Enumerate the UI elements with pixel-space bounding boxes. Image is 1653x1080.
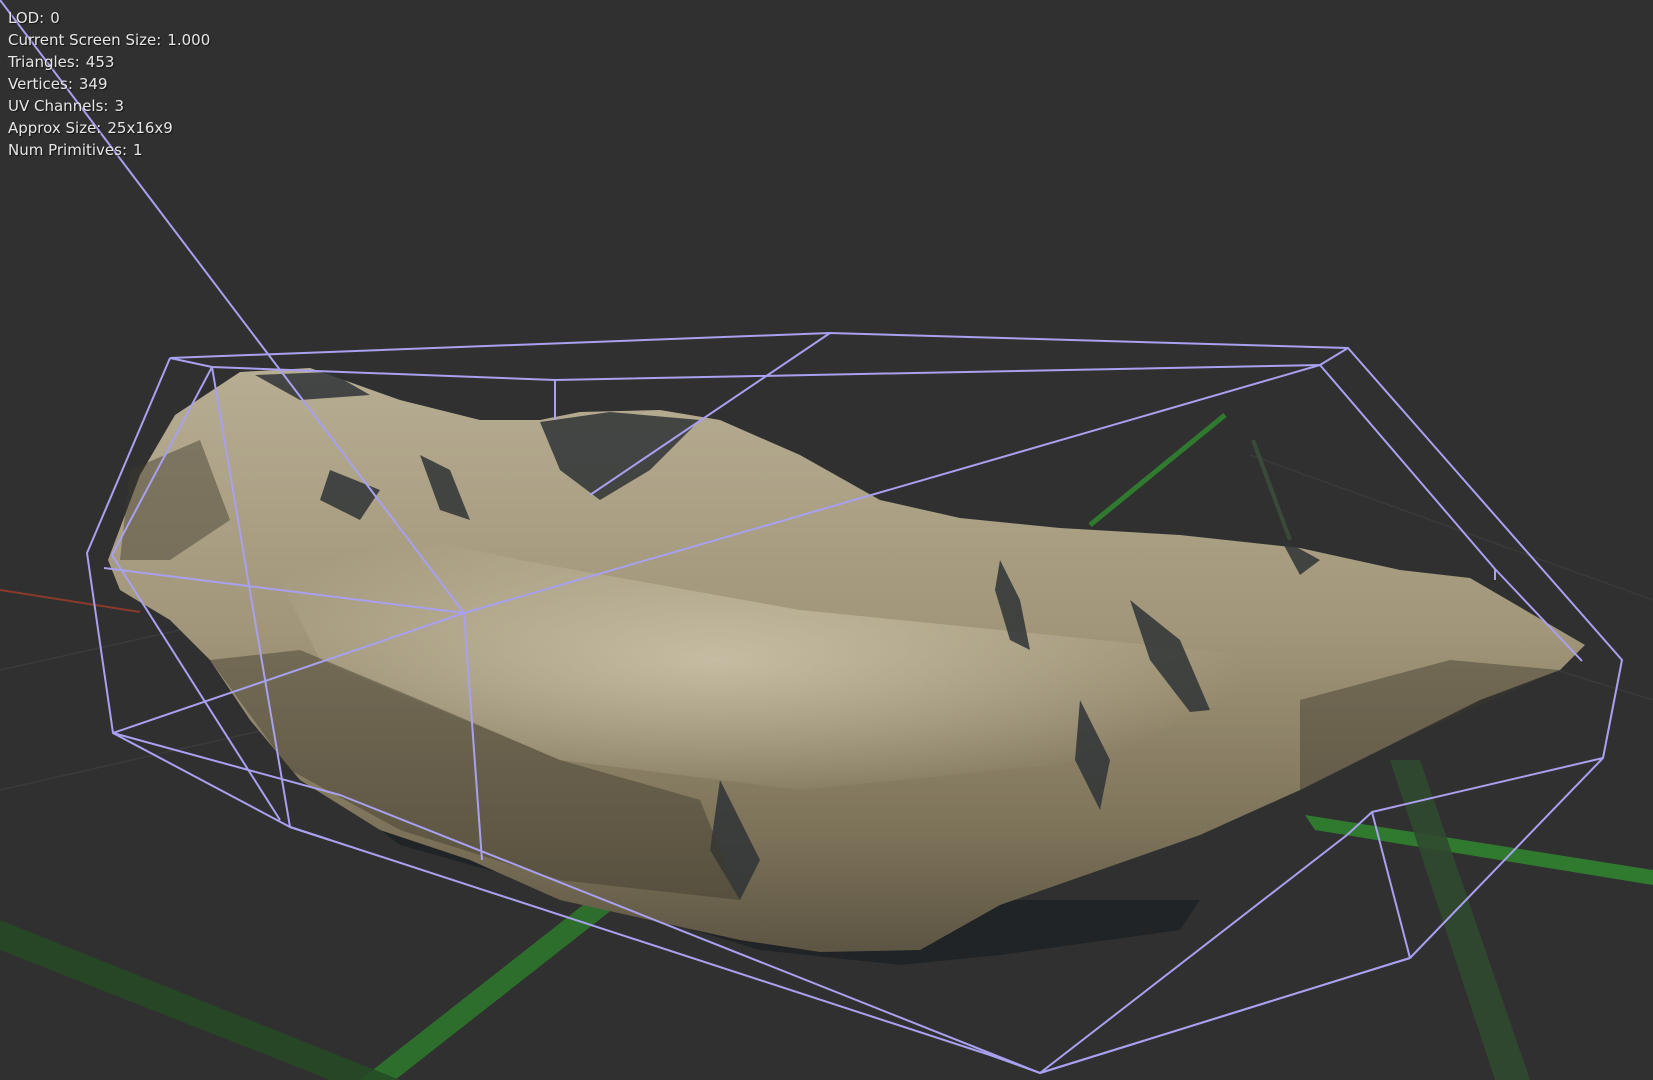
stat-num-primitives: Num Primitives: 1 (8, 141, 143, 159)
mesh-viewport[interactable]: LOD: 0 Current Screen Size: 1.000 Triangle… (0, 0, 1653, 1080)
mesh-stats-overlay: LOD: 0 Current Screen Size: 1.000 Triangle… (8, 7, 210, 161)
stat-vertices: Vertices: 349 (8, 75, 108, 93)
stat-uv-channels: UV Channels: 3 (8, 97, 125, 115)
rock-mesh[interactable] (108, 368, 1585, 965)
stat-current-screen-size: Current Screen Size: 1.000 (8, 31, 211, 49)
stat-lod: LOD: 0 (8, 9, 60, 27)
x-axis-line (0, 589, 141, 613)
stat-approx-size: Approx Size: 25x16x9 (8, 119, 173, 137)
stat-triangles: Triangles: 453 (8, 53, 115, 71)
scene-render[interactable] (0, 0, 1653, 1080)
